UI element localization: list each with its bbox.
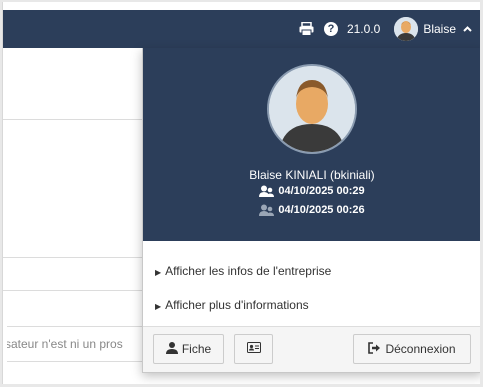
- user-dropdown-header: Blaise KINIALI (bkiniali) 04/10/2025 00:…: [143, 48, 480, 241]
- user-icon: [165, 341, 178, 357]
- top-navbar: ? 21.0.0 Blaise: [3, 10, 480, 48]
- navbar-right: ? 21.0.0 Blaise: [299, 10, 472, 48]
- user-short-name: Blaise: [423, 22, 456, 36]
- divider: [3, 257, 148, 258]
- previous-login-date: 04/10/2025 00:26: [278, 204, 365, 216]
- window-frame: sateur n'est ni un pros ? 21.0.0 Blaise …: [0, 0, 483, 387]
- sign-out-icon: [368, 341, 381, 357]
- last-login-line: 04/10/2025 00:29: [143, 185, 480, 197]
- chevron-up-icon: [463, 24, 472, 35]
- background-text: sateur n'est ni un pros: [7, 337, 123, 351]
- fiche-button[interactable]: Fiche: [153, 334, 224, 364]
- logout-button[interactable]: Déconnexion: [353, 334, 471, 364]
- app-version: 21.0.0: [346, 22, 381, 36]
- avatar-large: [267, 64, 357, 154]
- users-icon: [259, 204, 275, 216]
- user-dropdown-menu: ▶ Afficher les infos de l'entreprise ▶ Aff…: [143, 254, 480, 322]
- divider: [3, 119, 148, 120]
- id-card-button[interactable]: [234, 334, 273, 364]
- avatar: [394, 17, 419, 41]
- fiche-button-label: Fiche: [181, 342, 212, 356]
- menu-item-label: Afficher plus d'informations: [165, 298, 309, 312]
- user-dropdown: Blaise KINIALI (bkiniali) 04/10/2025 00:…: [142, 48, 480, 373]
- divider: [3, 290, 148, 291]
- help-glyph: ?: [323, 22, 338, 36]
- print-icon[interactable]: [299, 21, 315, 37]
- question-circle-icon[interactable]: ?: [323, 21, 339, 37]
- user-dropdown-footer: Fiche Déconnexion: [143, 326, 480, 372]
- id-card-icon: [246, 342, 261, 356]
- menu-item-company-info[interactable]: ▶ Afficher les infos de l'entreprise: [143, 254, 480, 288]
- menu-item-more-info[interactable]: ▶ Afficher plus d'informations: [143, 288, 480, 322]
- user-menu-toggle[interactable]: Blaise: [394, 17, 472, 41]
- caret-right-icon: ▶: [155, 268, 162, 277]
- logout-button-label: Déconnexion: [385, 342, 456, 356]
- previous-login-line: 04/10/2025 00:26: [143, 204, 480, 216]
- page: sateur n'est ni un pros ? 21.0.0 Blaise …: [2, 2, 480, 384]
- background-text-field: sateur n'est ni un pros: [7, 326, 148, 362]
- caret-right-icon: ▶: [155, 302, 162, 311]
- last-login-date: 04/10/2025 00:29: [278, 185, 365, 197]
- users-icon: [259, 185, 275, 197]
- menu-item-label: Afficher les infos de l'entreprise: [165, 264, 332, 278]
- user-fullname: Blaise KINIALI (bkiniali): [249, 168, 375, 182]
